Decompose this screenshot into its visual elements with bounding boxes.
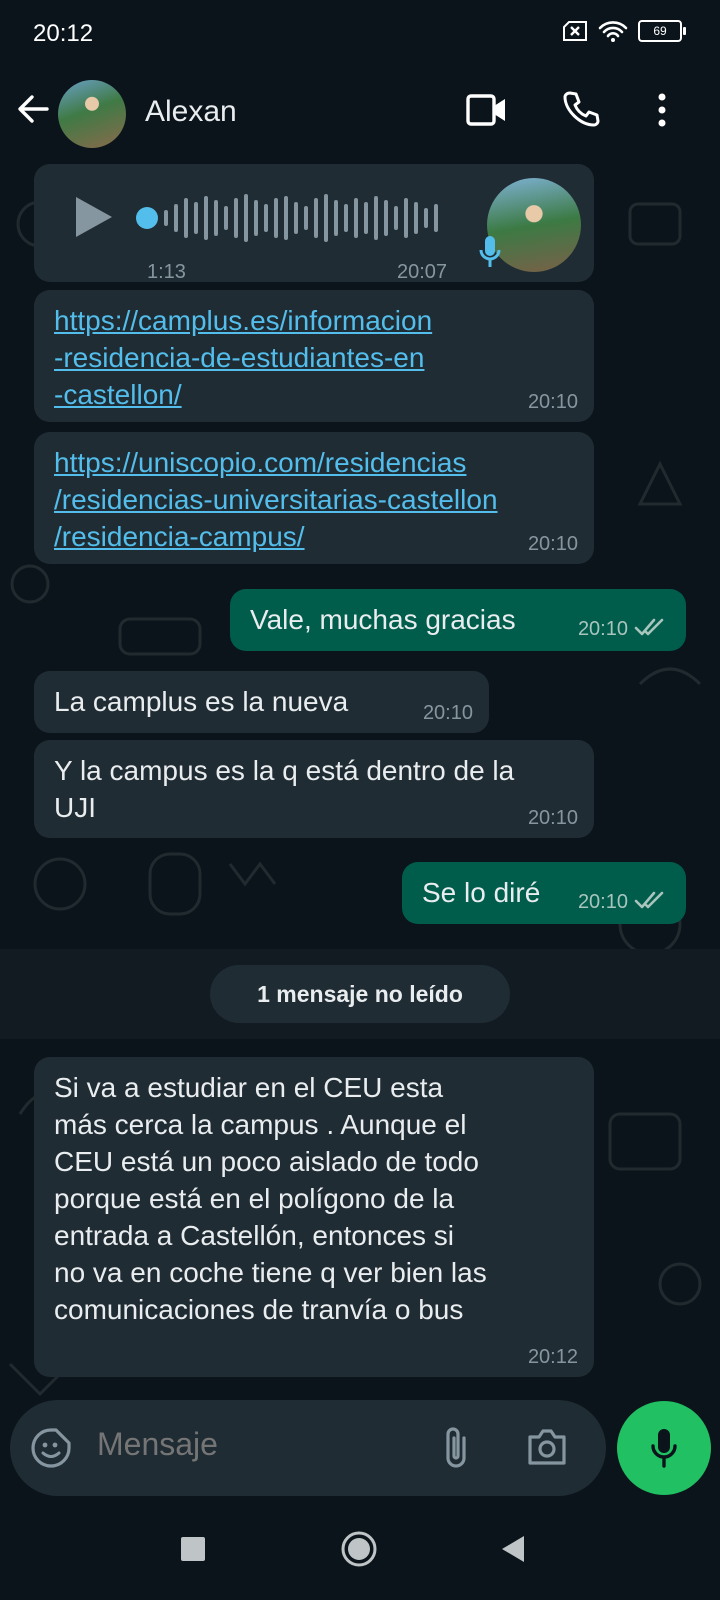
message-text: Si va a estudiar en el CEU esta bbox=[54, 1072, 444, 1103]
unread-banner: 1 mensaje no leído bbox=[0, 949, 720, 1039]
message-time: 20:10 bbox=[577, 891, 628, 913]
message-text: CEU está un poco aislado de todo bbox=[54, 1146, 479, 1177]
message-text: Y la campus es la q está dentro de la bbox=[54, 755, 515, 786]
message-bubble[interactable]: https://camplus.es/informacion -residenc… bbox=[34, 290, 594, 422]
back-nav-icon[interactable] bbox=[500, 1534, 526, 1564]
home-icon[interactable] bbox=[340, 1530, 378, 1568]
message-link[interactable]: /residencia-campus/ bbox=[54, 518, 574, 555]
message-link[interactable]: -residencia-de-estudiantes-en bbox=[54, 339, 574, 376]
message-text: Se lo diré bbox=[422, 877, 541, 908]
message-time: 20:10 bbox=[527, 533, 578, 555]
camera-icon[interactable] bbox=[526, 1428, 568, 1466]
voice-waveform[interactable] bbox=[134, 190, 454, 246]
unread-banner-label: 1 mensaje no leído bbox=[210, 965, 510, 1023]
contact-name[interactable]: Alexan bbox=[145, 95, 237, 129]
message-bubble[interactable]: https://uniscopio.com/residencias /resid… bbox=[34, 432, 594, 564]
voice-message-time: 20:07 bbox=[397, 261, 448, 283]
message-bubble[interactable]: Y la campus es la q está dentro de la UJ… bbox=[34, 740, 594, 838]
message-time: 20:10 bbox=[577, 618, 628, 640]
attach-icon[interactable] bbox=[442, 1424, 472, 1470]
recents-icon[interactable] bbox=[180, 1536, 206, 1562]
mic-icon bbox=[651, 1429, 677, 1468]
system-nav-bar bbox=[0, 1500, 720, 1600]
message-link[interactable]: /residencias-universitarias-castellon bbox=[54, 481, 574, 518]
message-bubble[interactable]: La camplus es la nueva 20:10 bbox=[34, 671, 489, 733]
message-text: más cerca la campus . Aunque el bbox=[54, 1109, 467, 1140]
message-link[interactable]: https://camplus.es/informacion bbox=[54, 302, 574, 339]
message-time: 20:10 bbox=[527, 807, 578, 829]
read-receipt-icon bbox=[634, 618, 664, 636]
message-text: UJI bbox=[54, 792, 96, 823]
voice-duration: 1:13 bbox=[147, 261, 186, 283]
wifi-icon bbox=[598, 21, 628, 42]
message-text: Vale, muchas gracias bbox=[250, 604, 516, 635]
chat-header: Alexan bbox=[0, 70, 720, 164]
message-link[interactable]: https://uniscopio.com/residencias bbox=[54, 444, 574, 481]
status-time: 20:12 bbox=[33, 20, 94, 47]
voice-record-button[interactable] bbox=[617, 1401, 711, 1495]
read-receipt-icon bbox=[634, 891, 664, 909]
message-composer bbox=[10, 1400, 606, 1496]
back-arrow-icon[interactable] bbox=[16, 92, 50, 126]
sticker-icon[interactable] bbox=[30, 1427, 72, 1469]
message-text: porque está en el polígono de la bbox=[54, 1183, 455, 1214]
status-icons: 69 bbox=[562, 20, 686, 42]
contact-avatar[interactable] bbox=[58, 80, 126, 148]
message-input[interactable] bbox=[95, 1425, 419, 1464]
message-bubble-outgoing[interactable]: Vale, muchas gracias 20:10 bbox=[230, 589, 686, 651]
chat-area[interactable]: 1:13 20:07 https://camplus.es/informacio… bbox=[0, 164, 720, 1490]
no-sim-icon bbox=[563, 21, 587, 41]
play-icon[interactable] bbox=[72, 194, 114, 240]
message-text: comunicaciones de tranvía o bus bbox=[54, 1294, 464, 1325]
battery-icon: 69 bbox=[638, 20, 686, 42]
voice-message[interactable]: 1:13 20:07 bbox=[34, 164, 594, 283]
phone-call-icon[interactable] bbox=[562, 90, 600, 128]
mic-icon bbox=[479, 236, 501, 267]
message-time: 20:10 bbox=[422, 702, 473, 724]
message-time: 20:10 bbox=[527, 391, 578, 413]
message-bubble-outgoing[interactable]: Se lo diré 20:10 bbox=[402, 862, 686, 924]
message-link[interactable]: -castellon/ bbox=[54, 376, 574, 413]
message-text: entrada a Castellón, entonces si bbox=[54, 1220, 455, 1251]
more-options-icon[interactable] bbox=[656, 92, 668, 128]
status-bar: 20:12 69 bbox=[0, 0, 720, 70]
video-call-icon[interactable] bbox=[466, 94, 508, 126]
message-text: La camplus es la nueva bbox=[54, 686, 349, 717]
message-time: 20:12 bbox=[527, 1346, 578, 1368]
message-text: no va en coche tiene q ver bien las bbox=[54, 1257, 487, 1288]
message-bubble[interactable]: Si va a estudiar en el CEU esta más cerc… bbox=[34, 1057, 594, 1377]
